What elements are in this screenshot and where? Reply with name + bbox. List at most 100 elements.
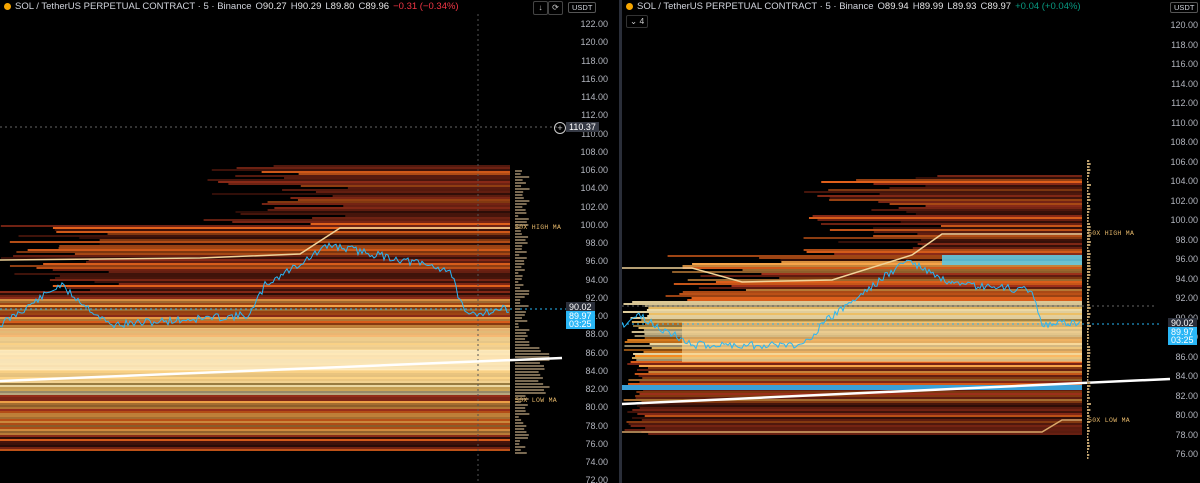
left-price-axis[interactable]: 122.00 120.00 118.00 116.00 114.00 112.00 110.… <box>566 0 610 483</box>
heat-band <box>0 295 510 297</box>
volume-profile-bar <box>1087 202 1089 204</box>
volume-profile-bar <box>515 290 530 292</box>
heat-band <box>937 175 1082 177</box>
down-arrow-button[interactable]: ↓ <box>533 1 548 15</box>
heat-band <box>873 235 1082 237</box>
right-currency-unit[interactable]: USDT <box>1170 2 1199 13</box>
symbol-logo-icon <box>4 3 11 10</box>
volume-profile-bar <box>515 182 526 184</box>
volume-profile-bar <box>515 347 540 349</box>
heat-band <box>829 229 1082 231</box>
price-tick: 72.00 <box>585 475 608 483</box>
right-liquidation-heatmap[interactable] <box>622 0 1200 483</box>
volume-profile-bar <box>1087 208 1091 210</box>
crosshair-price-label: 110.37 <box>566 122 599 132</box>
plus-icon[interactable]: + <box>554 122 566 134</box>
volume-profile-bar <box>1087 247 1089 249</box>
heat-band <box>679 293 1082 295</box>
heat-band <box>0 389 510 391</box>
volume-profile-bar <box>515 344 530 346</box>
heat-band <box>0 325 510 327</box>
volume-profile-bar <box>515 338 526 340</box>
symbol-title[interactable]: SOL / TetherUS PERPETUAL CONTRACT · 5 · … <box>15 1 252 12</box>
heat-band <box>0 443 510 445</box>
heat-band <box>622 311 1082 313</box>
heat-band <box>812 215 1082 217</box>
volume-profile-bar <box>515 383 544 385</box>
heat-band <box>638 375 1082 377</box>
volume-profile-bar <box>515 236 529 238</box>
volume-profile-bar <box>1087 403 1091 405</box>
heat-band <box>0 311 510 313</box>
volume-profile-bar <box>1087 265 1091 267</box>
volume-profile-bar <box>1087 370 1090 372</box>
volume-profile-bar <box>515 404 528 406</box>
left-liquidation-heatmap[interactable] <box>0 0 619 483</box>
heat-band <box>628 423 1082 425</box>
heat-band <box>55 277 511 279</box>
price-tick: 116.00 <box>1171 59 1198 69</box>
volume-profile-bar <box>515 452 527 454</box>
volume-profile-bar <box>515 293 529 295</box>
price-tick: 78.00 <box>1175 429 1198 440</box>
heat-band <box>0 391 510 393</box>
heat-band <box>838 241 1082 243</box>
volume-profile-bar <box>515 305 529 307</box>
volume-profile-bar <box>1087 211 1090 213</box>
heat-band <box>267 201 510 203</box>
volume-profile-bar <box>1087 256 1091 258</box>
heat-band <box>745 289 1082 291</box>
volume-profile-bar <box>515 209 526 211</box>
right-price-axis[interactable]: 120.00 118.00 116.00 114.00 112.00 110.00 108.… <box>1156 0 1200 483</box>
heat-band <box>88 259 511 261</box>
heat-band <box>921 245 1082 247</box>
right-chart-pane[interactable]: SOL / TetherUS PERPETUAL CONTRACT · 5 · … <box>622 0 1200 483</box>
symbol-title[interactable]: SOL / TetherUS PERPETUAL CONTRACT · 5 · … <box>637 1 874 12</box>
heat-band <box>211 169 510 171</box>
volume-profile-bar <box>515 215 519 217</box>
volume-profile-bar <box>1087 304 1090 306</box>
volume-profile-bar <box>1087 343 1089 345</box>
volume-profile-bar <box>1087 169 1091 171</box>
heat-band <box>834 253 1082 255</box>
volume-profile-bar <box>515 353 550 355</box>
heat-band <box>803 237 1082 239</box>
heat-band <box>820 223 1082 225</box>
heat-band <box>232 221 510 223</box>
heat-band <box>0 319 510 321</box>
heat-band <box>58 247 510 249</box>
volume-profile-bar <box>1087 328 1089 330</box>
volume-profile-bar <box>1087 172 1090 174</box>
volume-profile-bar <box>1087 289 1090 291</box>
heat-band <box>628 379 1082 381</box>
refresh-icon[interactable]: ⟳ <box>548 1 563 15</box>
heat-band <box>343 205 510 207</box>
volume-profile-bar <box>1087 301 1090 303</box>
heat-band <box>817 219 1082 221</box>
heat-band <box>889 187 1082 189</box>
volume-profile-bar <box>515 299 521 301</box>
indicators-toggle[interactable]: ⌄ 4 <box>626 15 649 28</box>
volume-profile-bar <box>515 380 539 382</box>
heat-band <box>236 167 511 169</box>
left-chart-pane[interactable]: SOL / TetherUS PERPETUAL CONTRACT · 5 · … <box>0 0 619 483</box>
left-currency-unit[interactable]: USDT <box>568 2 597 13</box>
heat-band <box>917 243 1082 245</box>
heat-band <box>261 203 510 205</box>
high-key: H <box>912 1 920 12</box>
volume-profile-bar <box>1087 358 1090 360</box>
volume-profile-bar <box>515 248 522 250</box>
price-tick: 80.00 <box>1175 410 1198 420</box>
heat-band <box>0 385 510 387</box>
volume-profile-bar <box>1087 376 1089 378</box>
price-tick: 106.00 <box>580 165 608 175</box>
heat-band <box>107 233 510 235</box>
volume-profile-bar <box>515 212 527 214</box>
volume-profile-bar <box>515 389 544 391</box>
right-ma-high-label: 50X HIGH MA <box>1088 230 1135 237</box>
heat-band <box>0 423 510 425</box>
heat-band <box>641 419 1082 421</box>
heat-band <box>641 319 1082 321</box>
volume-profile-bar <box>1087 196 1090 198</box>
volume-profile-bar <box>1087 310 1089 312</box>
